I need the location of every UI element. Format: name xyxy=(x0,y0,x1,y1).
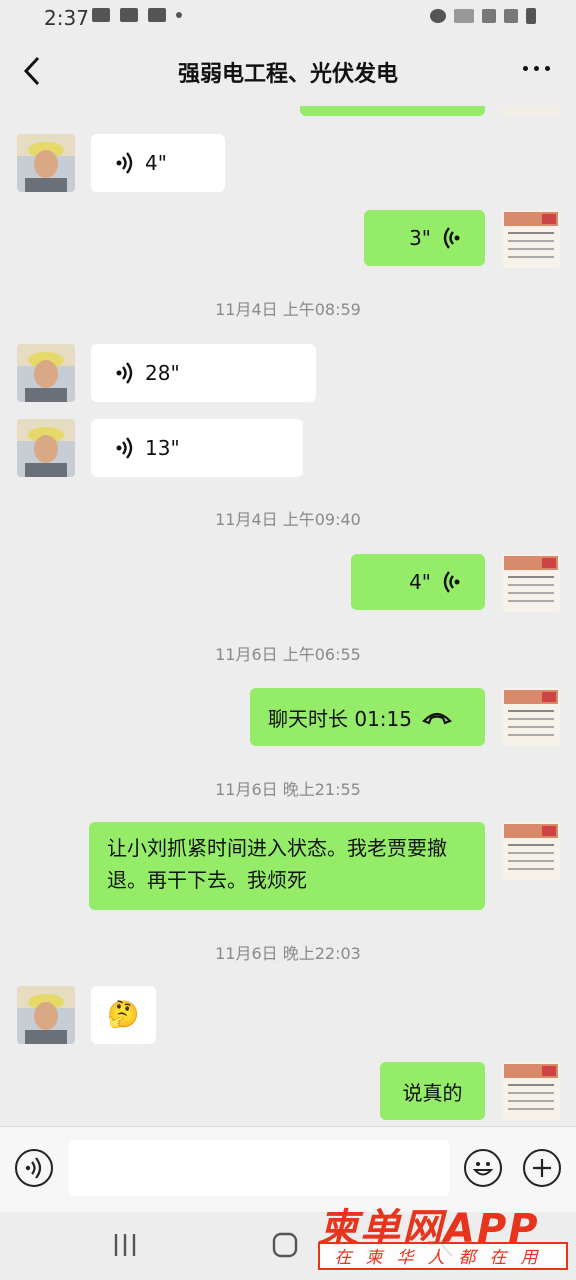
avatar-contact[interactable] xyxy=(17,419,75,477)
status-time: 2:37 xyxy=(44,6,89,30)
avatar-self[interactable] xyxy=(502,210,560,268)
avatar-contact[interactable] xyxy=(17,986,75,1044)
signal-icon-2 xyxy=(504,9,518,23)
recent-apps-icon[interactable] xyxy=(110,1230,140,1260)
avatar-self[interactable] xyxy=(502,1062,560,1120)
message-icon xyxy=(120,8,138,22)
emoji-button[interactable] xyxy=(464,1149,502,1187)
voice-duration: 3" xyxy=(409,226,431,250)
voice-duration: 4" xyxy=(145,151,167,175)
call-duration: 聊天时长 01:15 xyxy=(268,706,412,731)
timestamp: 11月4日 上午09:40 xyxy=(215,510,361,529)
notification-icons xyxy=(92,8,182,22)
timestamp: 11月6日 上午06:55 xyxy=(215,645,361,664)
signal-icon xyxy=(482,9,496,23)
text-bubble[interactable]: 让小刘抓紧时间进入状态。我老贾要撤退。再干下去。我烦死 xyxy=(89,822,485,910)
smiley-icon xyxy=(472,1162,494,1176)
dot-icon xyxy=(176,12,182,18)
plus-icon xyxy=(533,1159,551,1177)
voice-icon xyxy=(443,571,460,593)
timestamp: 11月4日 上午08:59 xyxy=(215,300,361,319)
text-bubble[interactable]: 说真的 xyxy=(380,1062,485,1120)
phone-hangup-icon xyxy=(422,712,452,725)
voice-icon xyxy=(116,362,133,384)
avatar-self[interactable] xyxy=(502,106,560,116)
home-icon[interactable] xyxy=(270,1230,300,1260)
youtube-icon xyxy=(92,8,110,22)
battery-icon xyxy=(526,8,536,24)
message-bubble-partial xyxy=(300,106,485,116)
chat-title: 强弱电工程、光伏发电 xyxy=(177,62,398,87)
voice-duration: 4" xyxy=(409,570,431,594)
voice-duration: 28" xyxy=(145,361,180,385)
voice-icon xyxy=(25,1157,42,1179)
thinking-emoji: 🤔 xyxy=(107,1000,140,1030)
avatar-self[interactable] xyxy=(502,688,560,746)
more-functions-button[interactable] xyxy=(523,1149,561,1187)
timestamp: 11月6日 晚上21:55 xyxy=(215,780,361,799)
system-icons xyxy=(430,8,536,24)
watermark-logo: 柬单网APP 在柬华人都在用 xyxy=(318,1196,570,1276)
timestamp: 11月6日 晚上22:03 xyxy=(215,944,361,963)
voice-icon xyxy=(443,227,460,249)
status-bar: 2:37 xyxy=(0,0,576,36)
call-bubble[interactable]: 聊天时长 01:15 xyxy=(250,688,485,746)
chat-area[interactable]: 4" 3" 11月4日 上午08:59 28" 13" 11月4日 上午09:4… xyxy=(0,106,576,1126)
gallery-icon xyxy=(148,8,166,22)
avatar-self[interactable] xyxy=(502,554,560,612)
voice-input-button[interactable] xyxy=(15,1149,53,1187)
voice-bubble[interactable]: 13" xyxy=(91,419,303,477)
chat-header: 强弱电工程、光伏发电 xyxy=(0,36,576,106)
message-input[interactable] xyxy=(69,1140,450,1196)
avatar-contact[interactable] xyxy=(17,134,75,192)
avatar-contact[interactable] xyxy=(17,344,75,402)
alarm-icon xyxy=(430,9,446,23)
message-text: 说真的 xyxy=(402,1080,463,1105)
voice-icon xyxy=(116,437,133,459)
more-icon[interactable] xyxy=(523,66,550,71)
voice-bubble[interactable]: 28" xyxy=(91,344,316,402)
wifi-icon xyxy=(454,9,474,23)
avatar-self[interactable] xyxy=(502,822,560,880)
voice-icon xyxy=(116,152,133,174)
message-text: 让小刘抓紧时间进入状态。我老贾要撤退。再干下去。我烦死 xyxy=(107,836,447,892)
emoji-bubble[interactable]: 🤔 xyxy=(91,986,156,1044)
watermark-subtitle: 在柬华人都在用 xyxy=(318,1242,568,1270)
voice-duration: 13" xyxy=(145,436,180,460)
voice-bubble[interactable]: 4" xyxy=(351,554,485,610)
voice-bubble[interactable]: 3" xyxy=(364,210,485,266)
voice-bubble[interactable]: 4" xyxy=(91,134,225,192)
